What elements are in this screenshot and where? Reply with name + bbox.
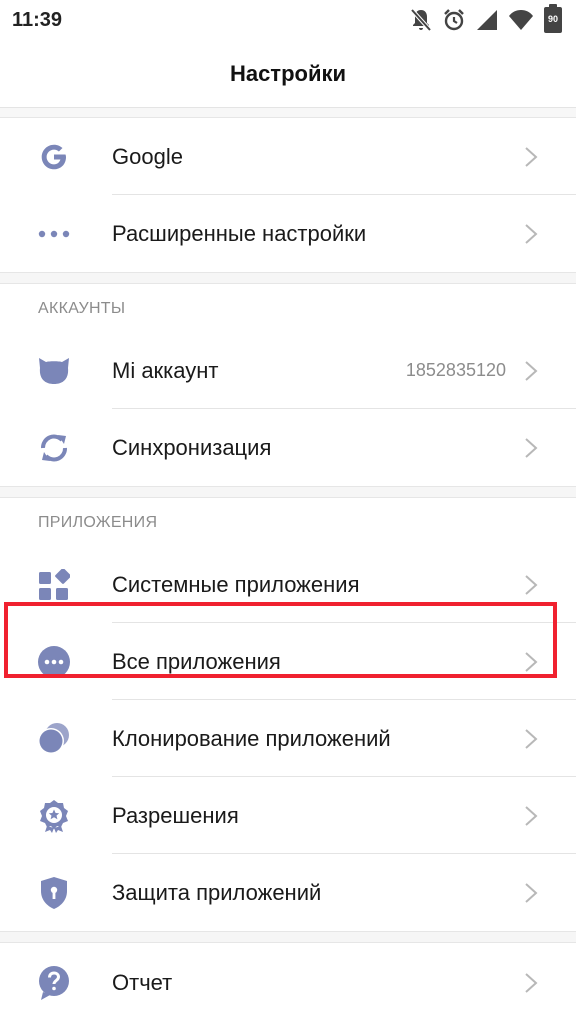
section-gap [0,108,576,118]
chevron-right-icon [525,146,538,167]
chevron-right-icon [525,882,538,903]
settings-item-advanced[interactable]: Расширенные настройки [0,195,576,272]
battery-icon: 90 [544,4,562,33]
settings-item-label: Разрешения [112,802,239,828]
settings-item-google[interactable]: Google [0,118,576,195]
wifi-icon [509,10,533,30]
chevron-right-icon [525,728,538,749]
status-icons: 90 [410,4,562,34]
settings-item-label: Mi аккаунт [112,357,219,383]
chevron-right-icon [525,805,538,826]
chevron-right-icon [525,651,538,672]
section-gap [0,272,576,284]
signal-icon [477,10,497,30]
account-id: 1852835120 [405,360,506,380]
battery-level: 90 [547,14,558,24]
help-icon [36,965,72,1001]
google-icon [36,139,72,175]
chevron-right-icon [525,973,538,993]
all-apps-icon [36,644,72,680]
section-header-apps: ПРИЛОЖЕНИЯ [38,514,158,531]
settings-list: Google Расширенные настройки АККАУНТЫ Mi… [0,108,576,1024]
chevron-right-icon [525,574,538,595]
section-gap [0,486,576,498]
settings-item-permissions[interactable]: Разрешения [0,777,576,854]
settings-item-label: Все приложения [112,648,281,674]
settings-item-system-apps[interactable]: Системные приложения [0,546,576,623]
settings-item-label: Синхронизация [112,434,272,460]
header: Настройки [0,40,576,108]
chevron-right-icon [525,437,538,458]
settings-item-mi-account[interactable]: Mi аккаунт 1852835120 [0,332,576,409]
settings-item-all-apps[interactable]: Все приложения [0,623,576,700]
chevron-right-icon [525,223,538,244]
notifications-off-icon [410,8,432,32]
status-time: 11:39 [12,9,63,31]
settings-item-label: Системные приложения [112,571,360,597]
settings-item-sync[interactable]: Синхронизация [0,409,576,486]
settings-item-label: Отчет [112,970,173,995]
settings-item-label: Клонирование приложений [112,725,391,751]
more-dots-icon [36,216,72,252]
alarm-icon [444,9,464,31]
chevron-right-icon [525,360,538,381]
settings-item-app-lock[interactable]: Защита приложений [0,854,576,931]
settings-item-dual-apps[interactable]: Клонирование приложений [0,700,576,777]
page-title: Настройки [229,60,347,86]
sync-icon [36,430,72,466]
permissions-icon [36,798,72,834]
settings-item-label: Google [112,143,183,169]
mi-account-icon [36,353,72,389]
status-bar: 11:39 90 [0,0,576,40]
settings-item-feedback[interactable]: Отчет [0,943,576,1023]
settings-item-label: Расширенные настройки [112,220,367,246]
section-header-accounts: АККАУНТЫ [38,300,126,317]
section-gap [0,931,576,943]
settings-item-label: Защита приложений [112,879,322,905]
app-lock-icon [36,875,72,911]
system-apps-icon [36,567,72,603]
dual-apps-icon [36,721,72,757]
